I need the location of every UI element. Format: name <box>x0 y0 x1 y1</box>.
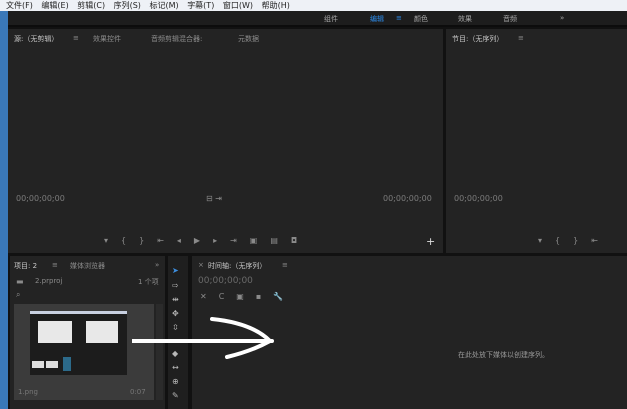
menu-help[interactable]: 帮助(H) <box>262 1 290 10</box>
panel-menu-icon[interactable]: ≡ <box>518 34 524 42</box>
timeline-timecode[interactable]: 00;00;00;00 <box>198 276 253 286</box>
source-tabs: 源:（无剪辑） ≡ 效果控件 音频剪辑混合器: 元数据 <box>8 29 443 45</box>
timeline-panel: × 时间轴:（无序列） ≡ 00;00;00;00 ✕C▣▪🔧 在此处放下媒体以… <box>132 256 627 409</box>
panel-menu-icon[interactable]: ≡ <box>73 34 79 42</box>
source-timecode-duration: 00;00;00;00 <box>383 194 432 203</box>
program-monitor-panel: 节目:（无序列） ≡ 00;00;00;00 ▾{}⇤ <box>446 29 627 253</box>
hand-drawn-arrow <box>132 317 274 359</box>
tab-audio-clip-mixer[interactable]: 音频剪辑混合器: <box>151 34 202 44</box>
tab-program[interactable]: 节目:（无序列） <box>452 34 503 44</box>
menu-edit[interactable]: 编辑(E) <box>41 1 68 10</box>
tab-timeline[interactable]: 时间轴:（无序列） <box>208 261 266 271</box>
source-transport-controls[interactable]: ▾{}⇤◂▶▸⇥▣▤◘ <box>104 236 310 245</box>
tab-effect-controls[interactable]: 效果控件 <box>93 34 121 44</box>
close-icon[interactable]: × <box>198 261 204 269</box>
drop-media-hint: 在此处放下媒体以创建序列。 <box>458 351 549 359</box>
track-select-tool-icon[interactable]: ⇨ <box>172 281 179 290</box>
workspace-menu-icon[interactable]: ≡ <box>396 14 402 22</box>
menu-clip[interactable]: 剪辑(C) <box>77 1 105 10</box>
tab-media-browser[interactable]: 媒体浏览器 <box>70 261 105 271</box>
menu-marker[interactable]: 标记(M) <box>149 1 178 10</box>
workspace-color[interactable]: 颜色 <box>414 14 428 24</box>
program-transport-controls[interactable]: ▾{}⇤ <box>538 236 611 245</box>
workspace-bar: 组件 编辑 ≡ 颜色 效果 音频 » <box>8 11 627 27</box>
add-button-icon[interactable]: + <box>426 235 435 248</box>
project-file-name: 2.prproj <box>35 277 63 285</box>
menu-title[interactable]: 字幕(T) <box>187 1 214 10</box>
tab-source[interactable]: 源:（无剪辑） <box>14 34 58 44</box>
timeline-tool-icons[interactable]: ✕C▣▪🔧 <box>200 292 295 301</box>
menu-file[interactable]: 文件(F) <box>6 1 33 10</box>
selection-tool-icon[interactable]: ➤ <box>172 266 179 275</box>
workspace-more-button[interactable]: » <box>560 14 564 22</box>
workspace-editing[interactable]: 编辑 <box>370 14 384 24</box>
source-monitor-panel: 源:（无剪辑） ≡ 效果控件 音频剪辑混合器: 元数据 00;00;00;00 … <box>8 29 443 253</box>
workspace-audio[interactable]: 音频 <box>503 14 517 24</box>
panel-menu-icon[interactable]: ≡ <box>282 261 288 269</box>
folder-icon: ▬ <box>16 277 24 286</box>
menu-window[interactable]: 窗口(W) <box>223 1 253 10</box>
ripple-edit-tool-icon[interactable]: ⇹ <box>172 295 179 304</box>
fit-icon[interactable]: ⊟ ⇥ <box>206 194 222 203</box>
menu-bar: 文件(F) 编辑(E) 剪辑(C) 序列(S) 标记(M) 字幕(T) 窗口(W… <box>0 0 627 11</box>
panel-menu-icon[interactable]: ≡ <box>52 261 58 269</box>
search-icon[interactable]: ⌕ <box>16 290 20 300</box>
clip-thumbnail-image <box>30 311 127 375</box>
workspace-assembly[interactable]: 组件 <box>324 14 338 24</box>
source-timecode-current[interactable]: 00;00;00;00 <box>16 194 65 203</box>
more-tabs-button[interactable]: » <box>155 261 159 269</box>
clip-duration: 0:07 <box>130 388 146 396</box>
menu-sequence[interactable]: 序列(S) <box>114 1 141 10</box>
tab-metadata[interactable]: 元数据 <box>238 34 259 44</box>
slide-tool-icon[interactable]: ⊕ <box>172 377 179 386</box>
window-border <box>0 11 8 409</box>
workspace-effects[interactable]: 效果 <box>458 14 472 24</box>
item-count: 1 个项 <box>138 278 159 286</box>
clip-name: 1.png <box>18 388 39 396</box>
tab-project[interactable]: 项目: 2 <box>14 261 37 271</box>
pen-tool-icon[interactable]: ✎ <box>172 391 179 400</box>
slip-tool-icon[interactable]: ↔ <box>172 363 179 372</box>
program-timecode[interactable]: 00;00;00;00 <box>454 194 503 203</box>
